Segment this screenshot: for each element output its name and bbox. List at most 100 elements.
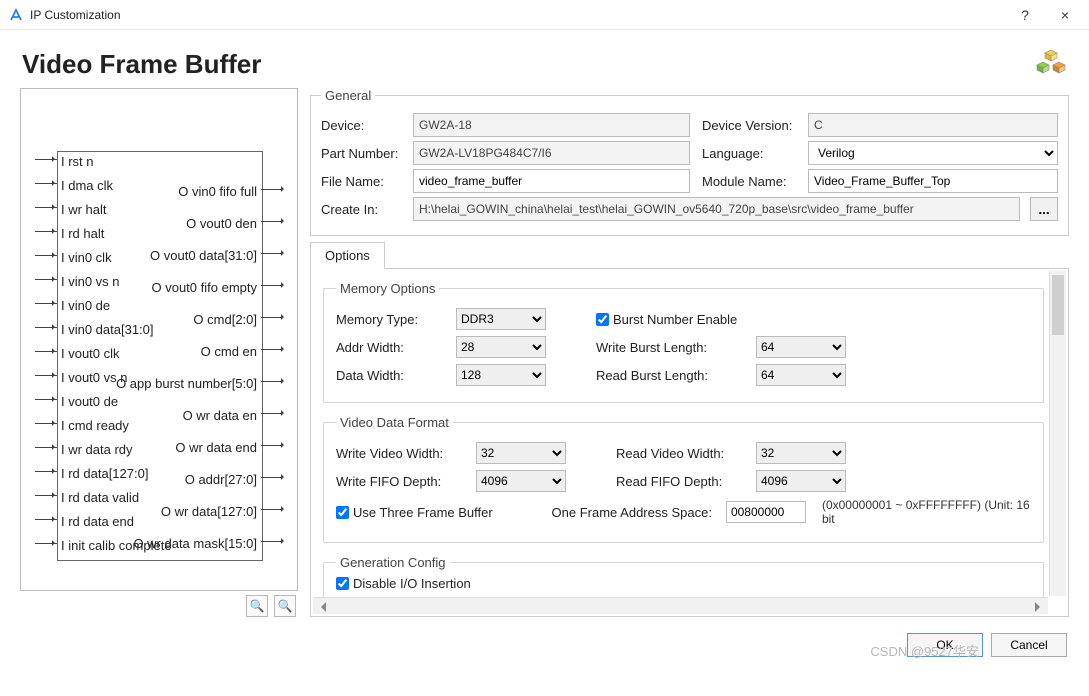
memtype-select[interactable]: DDR3 — [456, 308, 546, 330]
port-label-out: O addr[27:0] — [185, 472, 257, 487]
scroll-thumb[interactable] — [1052, 275, 1064, 335]
port-arrow-out — [261, 253, 283, 254]
options-panel: Memory Options Memory Type: DDR3 Burst N… — [310, 269, 1069, 617]
port-label-out: O app burst number[5:0] — [116, 376, 257, 391]
port-label-in: I rd data[127:0] — [61, 466, 148, 481]
port-label-in: I wr halt — [61, 202, 107, 217]
port-arrow-in — [35, 375, 57, 376]
titlebar: IP Customization ? × — [0, 0, 1089, 30]
port-label-in: I vout0 de — [61, 394, 118, 409]
port-label-out: O wr data end — [175, 440, 257, 455]
file-name-input[interactable] — [413, 169, 690, 193]
header: Video Frame Buffer — [0, 30, 1089, 88]
page-title: Video Frame Buffer — [22, 49, 1035, 80]
rvw-label: Read Video Width: — [616, 446, 746, 461]
port-arrow-in — [35, 183, 57, 184]
disable-io-check[interactable]: Disable I/O Insertion — [336, 576, 1031, 591]
wbl-label: Write Burst Length: — [596, 340, 746, 355]
gen-group: Generation Config Disable I/O Insertion — [323, 555, 1044, 602]
port-label-in: I vout0 clk — [61, 346, 120, 361]
three-frame-check[interactable]: Use Three Frame Buffer — [336, 505, 542, 520]
port-arrow-in — [35, 471, 57, 472]
part-label: Part Number: — [321, 146, 407, 161]
port-arrow-out — [261, 317, 283, 318]
dataw-select[interactable]: 128 — [456, 364, 546, 386]
rbl-label: Read Burst Length: — [596, 368, 746, 383]
ofa-input[interactable] — [726, 501, 806, 523]
port-arrow-in — [35, 303, 57, 304]
memory-group: Memory Options Memory Type: DDR3 Burst N… — [323, 281, 1044, 403]
wfd-label: Write FIFO Depth: — [336, 474, 466, 489]
memory-legend: Memory Options — [336, 281, 439, 296]
port-arrow-out — [261, 381, 283, 382]
browse-button[interactable]: ... — [1030, 197, 1058, 221]
app-icon — [8, 7, 24, 23]
main: I rst nI dma clkI wr haltI rd haltI vin0… — [0, 88, 1089, 625]
wvw-label: Write Video Width: — [336, 446, 466, 461]
ofa-label: One Frame Address Space: — [552, 505, 716, 520]
addrw-select[interactable]: 28 — [456, 336, 546, 358]
burst-enable-check[interactable]: Burst Number Enable — [596, 312, 746, 327]
port-arrow-out — [261, 221, 283, 222]
wvw-select[interactable]: 32 — [476, 442, 566, 464]
dataw-label: Data Width: — [336, 368, 446, 383]
port-label-in: I vin0 data[31:0] — [61, 322, 154, 337]
burst-enable-box[interactable] — [596, 313, 609, 326]
port-label-out: O cmd[2:0] — [193, 312, 257, 327]
port-label-out: O vout0 den — [186, 216, 257, 231]
wbl-select[interactable]: 64 — [756, 336, 846, 358]
port-label-out: O wr data[127:0] — [161, 504, 257, 519]
create-label: Create In: — [321, 202, 407, 217]
port-label-in: I rd data end — [61, 514, 134, 529]
port-arrow-in — [35, 399, 57, 400]
three-frame-box[interactable] — [336, 506, 349, 519]
port-label-out: O vout0 data[31:0] — [150, 248, 257, 263]
port-arrow-in — [35, 159, 57, 160]
port-label-out: O wr data en — [183, 408, 257, 423]
language-select[interactable]: Verilog — [808, 141, 1058, 165]
disable-io-box[interactable] — [336, 577, 349, 590]
port-arrow-in — [35, 543, 57, 544]
rfd-select[interactable]: 4096 — [756, 470, 846, 492]
port-arrow-out — [261, 445, 283, 446]
vertical-scrollbar[interactable] — [1049, 271, 1066, 596]
module-name-input[interactable] — [808, 169, 1058, 193]
horizontal-scrollbar[interactable] — [313, 597, 1048, 614]
zoom-out-icon[interactable]: 🔍 — [274, 595, 296, 617]
file-label: File Name: — [321, 174, 407, 189]
port-label-in: I vin0 de — [61, 298, 110, 313]
port-arrow-in — [35, 255, 57, 256]
port-arrow-in — [35, 447, 57, 448]
port-label-in: I vin0 clk — [61, 250, 112, 265]
help-button[interactable]: ? — [1005, 0, 1045, 30]
wfd-select[interactable]: 4096 — [476, 470, 566, 492]
port-arrow-out — [261, 509, 283, 510]
close-button[interactable]: × — [1045, 0, 1085, 30]
general-group: General Device: GW2A-18 Device Version: … — [310, 88, 1069, 236]
part-value: GW2A-LV18PG484C7/I6 — [413, 141, 690, 165]
ok-button[interactable]: OK — [907, 633, 983, 657]
tab-options[interactable]: Options — [310, 242, 385, 269]
rfd-label: Read FIFO Depth: — [616, 474, 746, 489]
port-label-in: I cmd ready — [61, 418, 129, 433]
port-arrow-out — [261, 541, 283, 542]
config-panel: General Device: GW2A-18 Device Version: … — [310, 88, 1069, 617]
zoom-controls: 🔍 🔍 — [20, 591, 298, 617]
addrw-label: Addr Width: — [336, 340, 446, 355]
port-arrow-in — [35, 351, 57, 352]
lang-label: Language: — [702, 146, 802, 161]
port-label-in: I rd data valid — [61, 490, 139, 505]
rvw-select[interactable]: 32 — [756, 442, 846, 464]
port-label-in: I rst n — [61, 154, 94, 169]
video-legend: Video Data Format — [336, 415, 453, 430]
cancel-button[interactable]: Cancel — [991, 633, 1067, 657]
devver-value: C — [808, 113, 1058, 137]
diagram-panel: I rst nI dma clkI wr haltI rd haltI vin0… — [20, 88, 298, 617]
zoom-in-icon[interactable]: 🔍 — [246, 595, 268, 617]
rbl-select[interactable]: 64 — [756, 364, 846, 386]
port-label-in: I rd halt — [61, 226, 104, 241]
port-arrow-in — [35, 327, 57, 328]
port-label-in: I vin0 vs n — [61, 274, 120, 289]
port-arrow-in — [35, 279, 57, 280]
port-label-out: O wr data mask[15:0] — [133, 536, 257, 551]
